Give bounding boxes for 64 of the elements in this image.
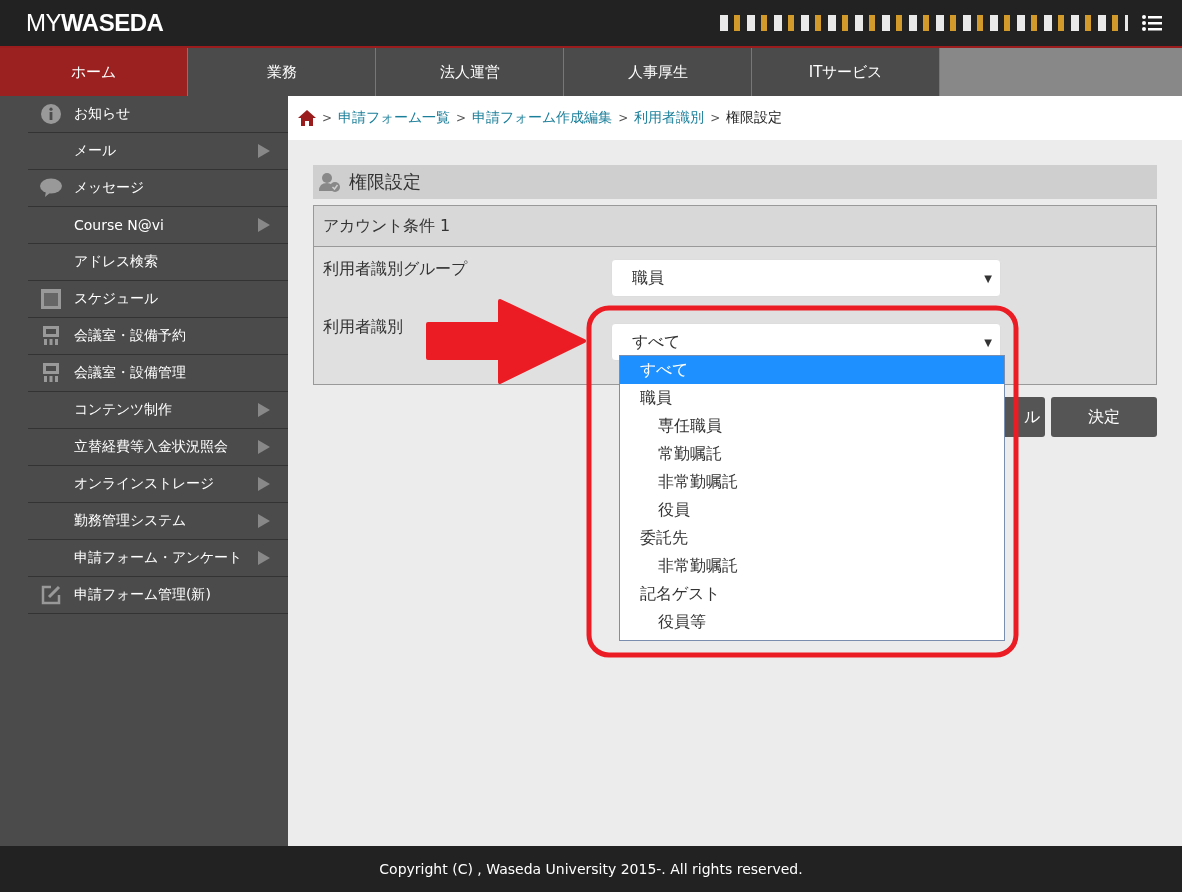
sidebar-item-label: 会議室・設備管理 <box>74 364 187 382</box>
submenu-arrow-icon <box>258 551 270 565</box>
calendar-icon <box>41 289 61 309</box>
breadcrumb-separator: > <box>710 111 721 125</box>
sidebar-item[interactable]: お知らせ <box>28 96 288 133</box>
site-logo[interactable]: MYWASEDA <box>26 9 164 37</box>
sidebar-item-label: 申請フォーム・アンケート <box>74 549 243 567</box>
home-icon[interactable] <box>298 110 316 126</box>
sidebar-item-label: スケジュール <box>74 290 159 308</box>
section-title: アカウント条件 1 <box>314 206 1156 247</box>
sidebar-item-label: 申請フォーム管理(新) <box>74 586 212 604</box>
sidebar-item-label: お知らせ <box>74 105 131 123</box>
meeting-room-icon <box>42 326 60 346</box>
copyright-footer: Copyright (C) , Waseda University 2015-. All rights reserved. <box>0 846 1182 892</box>
nav-tab[interactable]: ITサービス <box>752 48 940 96</box>
info-icon <box>41 104 61 124</box>
breadcrumb-link[interactable]: 利用者識別 <box>634 109 705 127</box>
field-label: 利用者識別グループ <box>323 259 467 280</box>
user-check-icon <box>319 172 341 192</box>
sidebar-item[interactable]: 会議室・設備予約 <box>28 318 288 355</box>
sidebar-item[interactable]: 立替経費等入金状況照会 <box>28 429 288 466</box>
speech-bubble-icon <box>40 178 62 198</box>
sidebar-item[interactable]: スケジュール <box>28 281 288 318</box>
breadcrumb-link[interactable]: 申請フォーム一覧 <box>338 109 451 127</box>
submenu-arrow-icon <box>258 403 270 417</box>
sidebar-item[interactable]: 会議室・設備管理 <box>28 355 288 392</box>
submenu-arrow-icon <box>258 477 270 491</box>
nav-tab[interactable]: ホーム <box>0 48 188 96</box>
sidebar-item-label: 立替経費等入金状況照会 <box>74 438 229 456</box>
breadcrumb-separator: > <box>618 111 629 125</box>
sidebar-item-label: Course N@vi <box>74 217 165 233</box>
field-label: 利用者識別 <box>323 317 403 338</box>
nav-tab[interactable]: 法人運営 <box>376 48 564 96</box>
sidebar-item[interactable]: Course N@vi <box>28 207 288 244</box>
submenu-arrow-icon <box>258 514 270 528</box>
sidebar-item-label: アドレス検索 <box>74 253 159 271</box>
submenu-arrow-icon <box>258 144 270 158</box>
panel-title: 権限設定 <box>349 170 421 194</box>
sidebar-item-label: コンテンツ制作 <box>74 401 173 419</box>
sidebar-item[interactable]: 申請フォーム・アンケート <box>28 540 288 577</box>
nav-tab[interactable]: 業務 <box>188 48 376 96</box>
breadcrumb-link[interactable]: 申請フォーム作成編集 <box>472 109 613 127</box>
breadcrumb-separator: > <box>322 111 333 125</box>
sidebar-item[interactable]: 申請フォーム管理(新) <box>28 577 288 614</box>
sidebar-item[interactable]: コンテンツ制作 <box>28 392 288 429</box>
sidebar-item[interactable]: 勤務管理システム <box>28 503 288 540</box>
nav-tab[interactable]: 人事厚生 <box>564 48 752 96</box>
submit-button[interactable]: 決定 <box>1051 397 1157 437</box>
sidebar-item-label: オンラインストレージ <box>74 475 215 493</box>
edit-icon <box>41 585 61 605</box>
breadcrumb-current: 権限設定 <box>726 109 783 127</box>
sidebar-item[interactable]: メッセージ <box>28 170 288 207</box>
sidebar-item-label: 勤務管理システム <box>74 512 187 530</box>
meeting-room-icon <box>42 363 60 383</box>
sidebar-item-label: 会議室・設備予約 <box>74 327 187 345</box>
menu-icon[interactable] <box>1142 15 1162 31</box>
sidebar-item[interactable]: オンラインストレージ <box>28 466 288 503</box>
sidebar-item-label: メール <box>74 142 117 160</box>
submenu-arrow-icon <box>258 440 270 454</box>
sidebar-item-label: メッセージ <box>74 179 145 197</box>
submenu-arrow-icon <box>258 218 270 232</box>
breadcrumb-separator: > <box>456 111 467 125</box>
select-field[interactable]: 職員 ▼ <box>611 259 1001 297</box>
sidebar-item[interactable]: メール <box>28 133 288 170</box>
